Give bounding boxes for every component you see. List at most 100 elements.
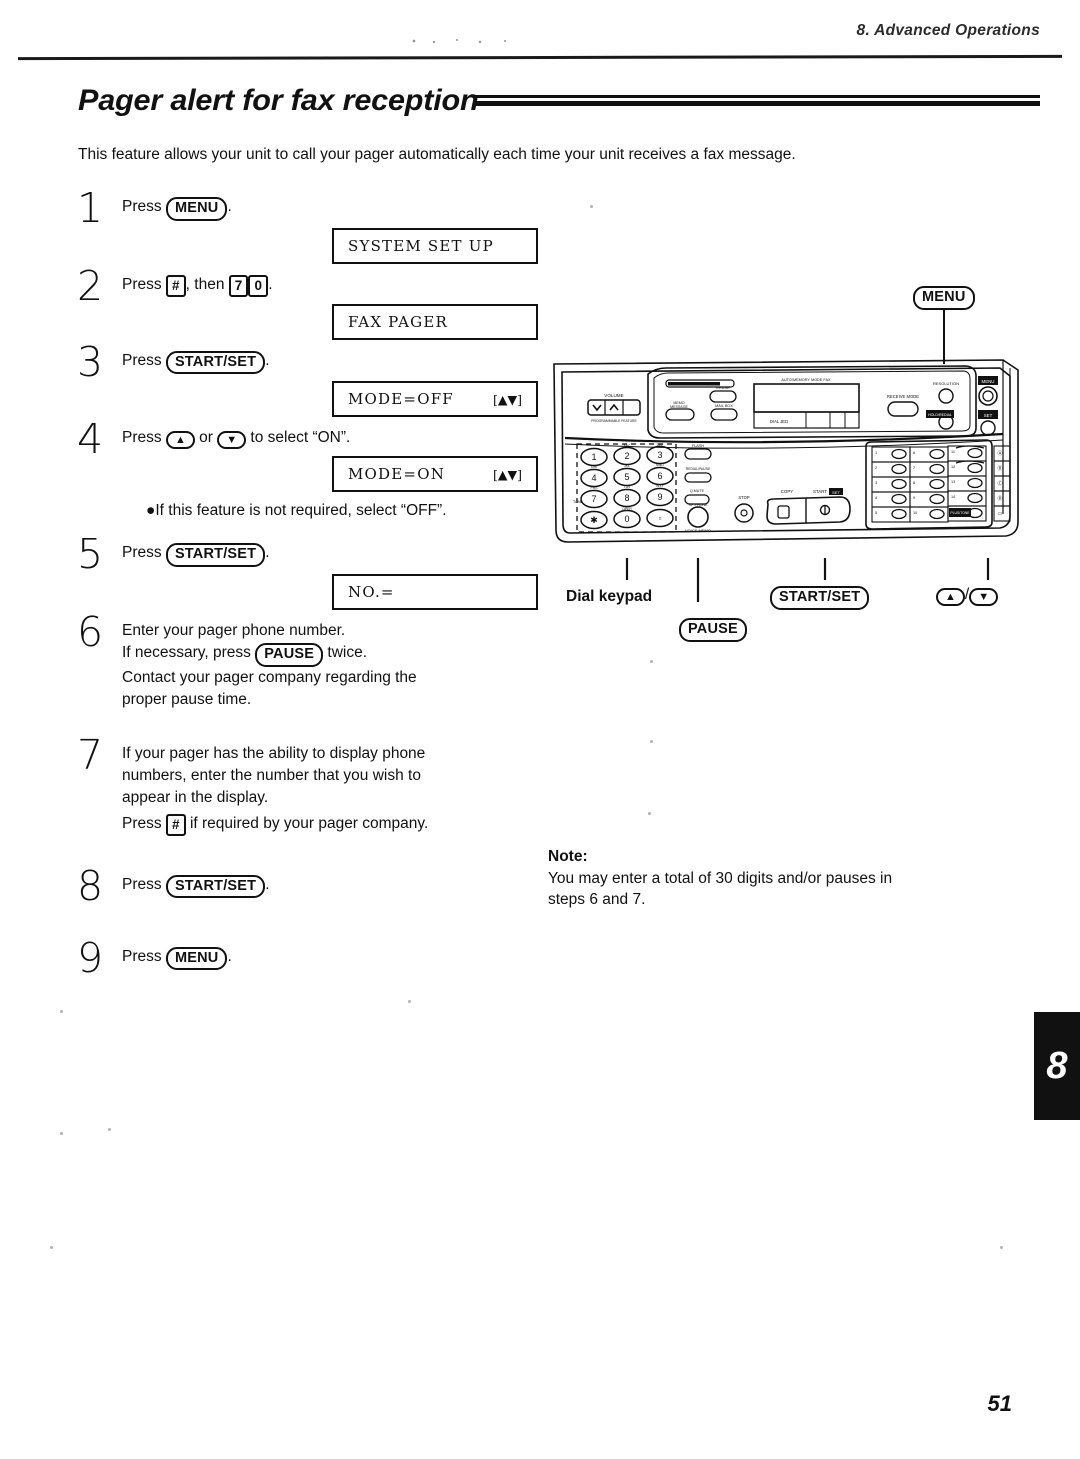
step-text-before: Press bbox=[122, 198, 166, 215]
svg-text:3: 3 bbox=[875, 481, 877, 485]
step-number: 8 bbox=[76, 861, 104, 910]
step-2: 2 Press #, then 70. FAX PAGER bbox=[70, 265, 538, 340]
svg-text:VOICE MEMO: VOICE MEMO bbox=[685, 528, 711, 533]
step-9: 9 Press MENU. bbox=[70, 937, 520, 978]
hash-key[interactable]: # bbox=[165, 813, 186, 836]
step-6: 6 Enter your pager phone number. If nece… bbox=[70, 611, 520, 711]
step-5: 5 Press START/SET. NO.= bbox=[70, 534, 538, 610]
step-text-after: to select “ON”. bbox=[246, 429, 351, 447]
svg-text:RECEIVE MODE: RECEIVE MODE bbox=[887, 394, 919, 399]
step-text-before: Press bbox=[122, 275, 166, 293]
svg-text:14: 14 bbox=[951, 495, 955, 499]
menu-key-callout[interactable]: MENU bbox=[913, 286, 975, 310]
svg-text:Ⓒ: Ⓒ bbox=[997, 480, 1002, 487]
svg-text:▫: ▫ bbox=[659, 514, 662, 523]
step-number: 7 bbox=[76, 730, 104, 779]
svg-text:FLASH: FLASH bbox=[692, 444, 704, 448]
svg-text:1: 1 bbox=[875, 451, 877, 455]
start-set-key[interactable]: START/SET bbox=[165, 874, 266, 899]
lcd-display: MODE=OFF [▲▼] bbox=[332, 381, 538, 418]
svg-text:13: 13 bbox=[951, 480, 955, 484]
svg-text:OPER: OPER bbox=[622, 507, 632, 511]
step-instruction: Press #, then 70. bbox=[122, 274, 520, 297]
svg-text:PRS: PRS bbox=[591, 486, 599, 490]
lcd-display: SYSTEM SET UP bbox=[332, 227, 538, 264]
menu-key[interactable]: MENU bbox=[165, 946, 228, 971]
section-title-container: Pager alert for fax reception bbox=[78, 84, 1041, 118]
svg-text:9: 9 bbox=[913, 496, 915, 500]
svg-text:2: 2 bbox=[624, 451, 629, 461]
svg-text:7: 7 bbox=[913, 466, 915, 470]
step-text-after: . bbox=[227, 947, 232, 965]
svg-text:DEF: DEF bbox=[657, 443, 664, 447]
step-text-after: . bbox=[227, 198, 232, 215]
step-8: 8 Press START/SET. bbox=[70, 865, 520, 906]
menu-key[interactable]: MENU bbox=[165, 197, 228, 221]
step-number: 9 bbox=[76, 933, 104, 982]
pause-key-callout[interactable]: PAUSE bbox=[679, 618, 747, 642]
callout-labels: Dial keypad PAUSE START/SET ▲ / ▼ bbox=[548, 584, 1038, 664]
svg-text:Q.MUTE: Q.MUTE bbox=[690, 489, 705, 493]
step-text-after: if required by your pager company. bbox=[185, 814, 429, 832]
step-number: 4 bbox=[76, 415, 104, 464]
scan-speck bbox=[408, 1000, 411, 1003]
step-text-before: Press bbox=[122, 814, 166, 832]
step-instruction: Press MENU. bbox=[122, 946, 520, 971]
hash-key[interactable]: # bbox=[165, 274, 186, 297]
svg-text:MESSAGE: MESSAGE bbox=[670, 405, 688, 409]
svg-text:PLUS/TONE: PLUS/TONE bbox=[950, 511, 970, 515]
scan-speck bbox=[650, 660, 653, 663]
lcd-arrows: [▲▼] bbox=[493, 466, 522, 482]
digit-key-0[interactable]: 0 bbox=[248, 274, 269, 297]
svg-text:DIAL JED: DIAL JED bbox=[770, 419, 788, 424]
svg-text:ABC: ABC bbox=[624, 444, 632, 448]
note-title: Note: bbox=[548, 848, 588, 865]
svg-text:STOP: STOP bbox=[738, 495, 750, 500]
step-instruction: Press START/SET. bbox=[122, 874, 520, 899]
svg-text:6: 6 bbox=[657, 471, 662, 481]
down-arrow-key-callout[interactable]: ▼ bbox=[969, 588, 999, 607]
start-set-key-callout[interactable]: START/SET bbox=[770, 586, 870, 610]
svg-text:PROGRAMMABLE FEATURE: PROGRAMMABLE FEATURE bbox=[591, 419, 637, 423]
start-set-key[interactable]: START/SET bbox=[165, 350, 266, 375]
up-arrow-key[interactable]: ▲ bbox=[165, 431, 195, 450]
step-line-1: If your pager has the ability to display… bbox=[122, 744, 426, 762]
svg-text:5: 5 bbox=[624, 472, 629, 482]
scan-speck bbox=[60, 1010, 63, 1013]
digit-key-7[interactable]: 7 bbox=[228, 274, 249, 297]
step-instruction: Press MENU. bbox=[122, 196, 520, 221]
step-text-mid: , then bbox=[185, 275, 229, 293]
up-arrow-key-callout[interactable]: ▲ bbox=[936, 588, 965, 607]
svg-text:3: 3 bbox=[657, 450, 662, 460]
step-number: 6 bbox=[76, 607, 104, 656]
svg-text:ERASE: ERASE bbox=[716, 385, 730, 390]
svg-text:8: 8 bbox=[913, 481, 915, 485]
svg-text:COPY: COPY bbox=[781, 489, 794, 494]
svg-text:7: 7 bbox=[591, 494, 596, 504]
start-set-key[interactable]: START/SET bbox=[165, 543, 266, 567]
procedure-steps: 1 Press MENU. SYSTEM SET UP 2 Press #, t… bbox=[70, 188, 538, 978]
svg-text:MENU: MENU bbox=[982, 379, 995, 384]
svg-text:WXY: WXY bbox=[656, 484, 664, 488]
svg-text:10: 10 bbox=[913, 511, 917, 515]
step-line-3: Contact your pager company regarding the bbox=[122, 668, 417, 686]
lcd-text: MODE=OFF bbox=[348, 390, 454, 409]
svg-text:TUV: TUV bbox=[624, 485, 632, 489]
svg-text:Ⓑ: Ⓑ bbox=[997, 465, 1002, 472]
scan-speck bbox=[50, 1246, 53, 1249]
intro-paragraph: This feature allows your unit to call yo… bbox=[78, 146, 796, 163]
step-text-after: twice. bbox=[323, 643, 368, 661]
step-1: 1 Press MENU. SYSTEM SET UP bbox=[70, 188, 538, 264]
svg-text:12: 12 bbox=[951, 465, 955, 469]
page-title: Pager alert for fax reception bbox=[78, 84, 479, 117]
svg-text:✱: ✱ bbox=[590, 515, 598, 525]
scan-speck bbox=[590, 205, 593, 208]
note-line-2: steps 6 and 7. bbox=[548, 891, 646, 909]
header-divider bbox=[18, 54, 1062, 61]
svg-text:MNO: MNO bbox=[656, 463, 664, 467]
pause-key[interactable]: PAUSE bbox=[255, 642, 324, 667]
svg-text:GHI: GHI bbox=[591, 465, 597, 469]
step-text-before: Press bbox=[122, 544, 166, 562]
step-line-4: proper pause time. bbox=[122, 690, 252, 708]
down-arrow-key[interactable]: ▼ bbox=[217, 431, 247, 450]
